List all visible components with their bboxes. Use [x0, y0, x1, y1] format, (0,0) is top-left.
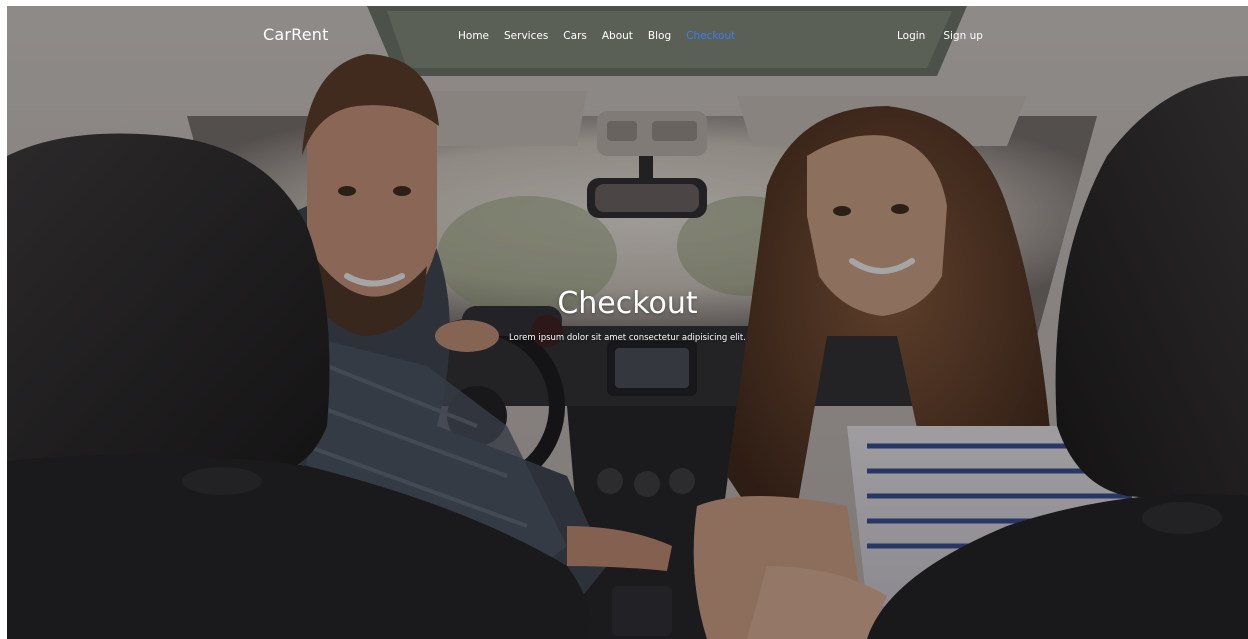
nav-link-about[interactable]: About: [602, 30, 633, 42]
hero-subtitle: Lorem ipsum dolor sit amet consectetur a…: [509, 333, 746, 343]
main-menu: Home Services Cars About Blog Checkout: [458, 30, 750, 42]
nav-link-home[interactable]: Home: [458, 30, 489, 42]
nav-link-blog[interactable]: Blog: [648, 30, 671, 42]
signup-link[interactable]: Sign up: [943, 30, 983, 42]
brand-logo[interactable]: CarRent: [263, 25, 329, 44]
hero-section: CarRent Home Services Cars About Blog Ch…: [7, 6, 1248, 639]
login-link[interactable]: Login: [897, 30, 925, 42]
hero-dark-overlay: [7, 6, 1248, 639]
top-navbar: CarRent Home Services Cars About Blog Ch…: [7, 6, 1248, 66]
hero-title: Checkout: [557, 286, 698, 321]
nav-link-checkout[interactable]: Checkout: [686, 30, 735, 42]
nav-link-cars[interactable]: Cars: [563, 30, 587, 42]
auth-links: Login Sign up: [897, 30, 1001, 42]
nav-link-services[interactable]: Services: [504, 30, 548, 42]
